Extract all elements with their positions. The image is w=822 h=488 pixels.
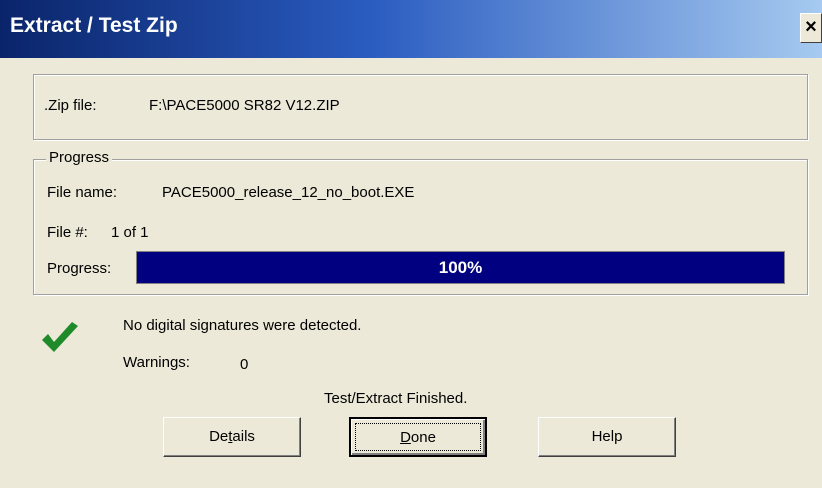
window-title: Extract / Test Zip: [10, 14, 178, 37]
progress-group-legend: Progress: [46, 149, 113, 166]
file-number-label: File #:: [47, 224, 88, 241]
title-bar[interactable]: Extract / Test Zip ×: [0, 0, 822, 58]
progress-bar: 100%: [136, 251, 785, 284]
progress-group: Progress File name: PACE5000_release_12_…: [33, 149, 808, 295]
help-button-label: Help: [591, 428, 623, 445]
progress-label: Progress:: [47, 260, 112, 277]
file-number-value: 1 of 1: [111, 224, 149, 241]
file-name-value: PACE5000_release_12_no_boot.EXE: [162, 184, 415, 201]
close-icon: ×: [805, 16, 817, 38]
file-name-label: File name:: [47, 184, 118, 201]
help-button[interactable]: Help: [538, 417, 676, 457]
warnings-label: Warnings:: [123, 354, 190, 371]
details-button-label-start: De: [209, 428, 229, 445]
done-button-focus-rect: Done: [355, 423, 481, 451]
signature-message: No digital signatures were detected.: [123, 317, 362, 334]
warnings-count: 0: [240, 356, 249, 373]
extract-test-zip-dialog: Extract / Test Zip × .Zip file: F:\PACE5…: [0, 0, 822, 488]
zip-file-path: F:\PACE5000 SR82 V12.ZIP: [149, 97, 340, 114]
close-button[interactable]: ×: [800, 13, 822, 43]
zip-file-label: .Zip file:: [44, 97, 97, 114]
done-button-mnemonic: D: [400, 429, 411, 446]
finished-message: Test/Extract Finished.: [324, 390, 468, 407]
checkmark-icon: [42, 322, 78, 352]
progress-percent: 100%: [438, 258, 483, 277]
details-button[interactable]: Details: [163, 417, 301, 457]
done-button-label-end: one: [410, 429, 436, 446]
done-button[interactable]: Done: [349, 417, 487, 457]
details-button-label-end: ails: [232, 428, 255, 445]
zip-file-group: .Zip file: F:\PACE5000 SR82 V12.ZIP: [33, 74, 808, 140]
